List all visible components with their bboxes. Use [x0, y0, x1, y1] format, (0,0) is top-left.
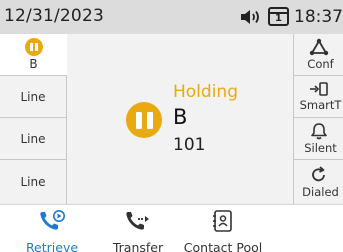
function-keys-panel: Conf SmartT Silent Dialed [293, 34, 343, 204]
time-label: 18:37 [294, 7, 343, 27]
line-key-4[interactable]: Line [0, 160, 67, 204]
line-key-label: Line [20, 131, 46, 146]
bell-icon [309, 122, 329, 140]
line-key-label: B [29, 57, 38, 71]
line-key-label: Line [20, 89, 46, 104]
status-bar: 12/31/2023 1 18:37 [0, 0, 343, 34]
hold-status-icon [126, 102, 162, 138]
line-number-text: 1 [275, 13, 282, 24]
transfer-call-icon [124, 209, 152, 237]
smart-transfer-icon [308, 81, 330, 97]
line-key-2[interactable]: Line [0, 76, 67, 118]
transfer-button[interactable]: Transfer [106, 205, 170, 252]
line-keys-panel: B Line Line Line [0, 34, 67, 204]
line-key-label: Line [20, 175, 46, 189]
caller-name: B [173, 105, 188, 129]
redial-icon [309, 165, 329, 184]
contact-pool-button[interactable]: Contact Pool [180, 205, 266, 252]
softkey-bar: Retrieve Transfer Contact Pool [0, 204, 343, 252]
caller-number: 101 [173, 135, 206, 155]
line-number-icon: 1 [267, 6, 291, 28]
hold-icon [24, 38, 43, 56]
speaker-icon [239, 7, 265, 27]
transfer-label: Transfer [112, 240, 164, 252]
retrieve-button[interactable]: Retrieve [22, 205, 82, 252]
date-label: 12/31/2023 [4, 6, 104, 26]
conf-key-label: Conf [307, 57, 334, 71]
dialed-key[interactable]: Dialed [293, 160, 343, 204]
call-state-label: Holding [173, 82, 238, 102]
silent-key[interactable]: Silent [293, 118, 343, 160]
conf-key[interactable]: Conf [293, 34, 343, 76]
smart-transfer-label: SmartT [299, 98, 342, 112]
retrieve-call-icon [38, 209, 66, 237]
silent-key-label: Silent [304, 141, 337, 155]
line-key-b[interactable]: B [0, 34, 67, 76]
contact-pool-label: Contact Pool [183, 240, 263, 252]
smart-transfer-key[interactable]: SmartT [293, 76, 343, 118]
status-icons: 1 18:37 [239, 5, 343, 29]
contact-card-icon [211, 209, 235, 237]
conference-icon [308, 38, 330, 56]
line-key-3[interactable]: Line [0, 118, 67, 160]
dialed-key-label: Dialed [302, 184, 339, 199]
retrieve-label: Retrieve [25, 240, 79, 252]
call-info-panel: Holding B 101 [67, 34, 293, 204]
